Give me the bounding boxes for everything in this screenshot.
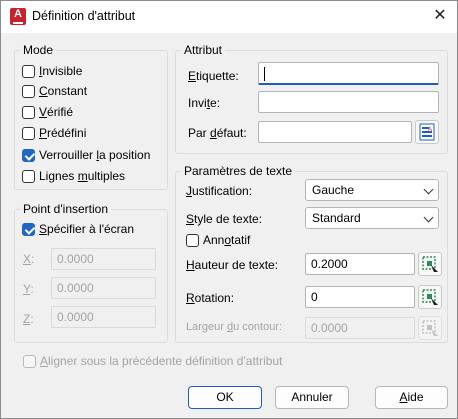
prompt-label: Invite: [188, 96, 221, 110]
multiple-lines-label: Lignes multiples [39, 169, 126, 183]
multiple-lines-checkbox[interactable]: Lignes multiples [22, 168, 125, 184]
svg-text:A: A [428, 127, 432, 133]
insertion-group-title: Point d'insertion [20, 202, 112, 216]
annotative-label: Annotatif [203, 233, 251, 247]
checkbox-box[interactable] [22, 126, 35, 140]
text-style-value: Standard [312, 211, 361, 225]
constant-label: Constant [39, 84, 88, 98]
text-style-select[interactable]: Standard [305, 207, 439, 229]
lock-position-label: Verrouiller la position [39, 148, 151, 162]
autocad-app-icon: A [10, 8, 26, 25]
z-label: Z: [23, 312, 34, 326]
invisible-checkbox[interactable]: Invisible [22, 63, 82, 79]
cancel-button[interactable]: Annuler [275, 386, 349, 409]
ok-button[interactable]: OK [188, 386, 262, 409]
text-settings-title: Paramètres de texte [181, 164, 296, 178]
text-height-label: Hauteur de texte: [186, 258, 279, 272]
chevron-down-icon [423, 184, 434, 195]
text-height-input[interactable]: 0.2000 [305, 253, 415, 275]
boundary-width-label: Largeur du contour: [186, 321, 283, 333]
tag-label: Etiquette: [188, 69, 239, 83]
verify-checkbox[interactable]: Vérifié [22, 104, 73, 120]
prompt-input[interactable] [258, 91, 439, 113]
invisible-label: Invisible [39, 64, 83, 78]
align-below-label: Aligner sous la précédente définition d'… [40, 354, 283, 368]
help-button[interactable]: Aide [375, 386, 448, 409]
pick-rotation-button[interactable] [418, 285, 442, 309]
lock-position-checkbox[interactable]: Verrouiller la position [22, 147, 150, 163]
y-label: Y: [23, 282, 34, 296]
y-field[interactable]: 0.0000 [51, 277, 156, 299]
rotation-input[interactable]: 0 [305, 286, 415, 308]
justification-select[interactable]: Gauche [305, 179, 439, 201]
checkbox-box[interactable] [22, 105, 35, 119]
pick-point-icon [422, 256, 438, 272]
chevron-down-icon [423, 212, 434, 223]
title-bar: A Définition d'attribut ✕ [1, 1, 457, 33]
window-title: Définition d'attribut [32, 9, 136, 23]
preset-label: Prédéfini [39, 126, 87, 140]
pick-point-icon [422, 289, 438, 305]
checkbox-box[interactable] [186, 233, 199, 247]
rotation-label: Rotation: [186, 291, 235, 305]
checkbox-box-checked[interactable] [22, 222, 35, 236]
attribute-group-title: Attribut [181, 43, 226, 57]
close-icon: ✕ [433, 7, 447, 24]
x-field[interactable]: 0.0000 [51, 248, 156, 270]
z-field[interactable]: 0.0000 [51, 306, 156, 328]
checkbox-box[interactable] [22, 169, 35, 183]
mode-group-title: Mode [20, 43, 57, 57]
justification-label: Justification: [186, 184, 253, 198]
text-caret [264, 66, 265, 81]
annotative-checkbox[interactable]: Annotatif [186, 232, 250, 248]
pick-width-button[interactable] [418, 316, 442, 340]
specify-on-screen-checkbox[interactable]: Spécifier à l'écran [22, 221, 134, 237]
x-label: X: [23, 252, 35, 266]
default-label: Par défaut: [188, 126, 247, 140]
justification-value: Gauche [312, 183, 355, 197]
checkbox-box[interactable] [22, 64, 35, 78]
boundary-width-input[interactable]: 0.0000 [305, 317, 415, 339]
pick-height-button[interactable] [418, 252, 442, 276]
checkbox-box[interactable] [22, 84, 35, 98]
checkbox-box[interactable] [23, 354, 36, 368]
pick-point-icon [422, 320, 438, 336]
default-input[interactable] [258, 121, 412, 143]
checkbox-box-checked[interactable] [22, 148, 35, 162]
align-below-checkbox[interactable]: Aligner sous la précédente définition d'… [23, 353, 282, 369]
tag-input[interactable] [258, 62, 439, 85]
constant-checkbox[interactable]: Constant [22, 83, 87, 99]
insert-field-button[interactable]: A [415, 120, 439, 144]
specify-on-screen-label: Spécifier à l'écran [39, 222, 135, 236]
insert-field-icon: A [419, 123, 435, 141]
attribute-definition-dialog: A Définition d'attribut ✕ Mode Invisible… [0, 0, 458, 419]
text-style-label: Style de texte: [186, 212, 263, 226]
preset-checkbox[interactable]: Prédéfini [22, 125, 86, 141]
verify-label: Vérifié [39, 105, 74, 119]
close-button[interactable]: ✕ [425, 5, 455, 29]
